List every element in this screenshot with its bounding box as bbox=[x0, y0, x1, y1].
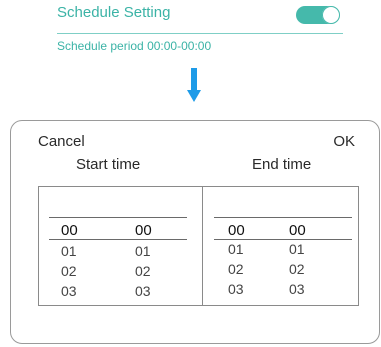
wheel-item[interactable]: 01 bbox=[228, 241, 262, 257]
start-hour-wheel[interactable]: 00 01 02 03 bbox=[61, 187, 101, 305]
end-time-label: End time bbox=[252, 156, 312, 173]
end-minute-wheel[interactable]: 00 01 02 03 bbox=[289, 187, 329, 305]
wheel-item[interactable]: 00 bbox=[61, 222, 95, 239]
end-hour-wheel[interactable]: 00 01 02 03 bbox=[228, 187, 268, 305]
wheel-item[interactable]: 00 bbox=[228, 222, 262, 239]
wheel-item[interactable]: 02 bbox=[61, 263, 95, 279]
toggle-knob bbox=[322, 6, 340, 24]
time-picker-dialog: Cancel OK Start time End time 00 01 02 0… bbox=[10, 120, 380, 344]
wheel-item[interactable]: 02 bbox=[135, 263, 169, 279]
wheel-item[interactable]: 03 bbox=[289, 281, 323, 297]
time-wheels: 00 01 02 03 00 01 02 03 00 01 02 03 00 0… bbox=[38, 186, 359, 306]
ok-button[interactable]: OK bbox=[333, 133, 355, 150]
schedule-setting-title: Schedule Setting bbox=[57, 4, 171, 21]
wheel-item[interactable]: 03 bbox=[228, 281, 262, 297]
schedule-toggle[interactable] bbox=[296, 6, 340, 24]
schedule-period-text: Schedule period 00:00-00:00 bbox=[57, 39, 212, 53]
wheel-item[interactable]: 02 bbox=[228, 261, 262, 277]
divider bbox=[57, 33, 343, 34]
wheel-item[interactable]: 03 bbox=[61, 283, 95, 299]
wheel-item[interactable]: 01 bbox=[135, 243, 169, 259]
wheel-item[interactable]: 02 bbox=[289, 261, 323, 277]
wheel-item[interactable]: 01 bbox=[61, 243, 95, 259]
wheel-divider bbox=[202, 187, 203, 305]
wheel-item[interactable]: 00 bbox=[289, 222, 323, 239]
cancel-button[interactable]: Cancel bbox=[38, 133, 85, 150]
wheel-item[interactable]: 00 bbox=[135, 222, 169, 239]
wheel-item[interactable]: 01 bbox=[289, 241, 323, 257]
start-time-label: Start time bbox=[76, 156, 141, 173]
wheel-item[interactable]: 03 bbox=[135, 283, 169, 299]
arrow-down-icon bbox=[187, 68, 201, 102]
start-minute-wheel[interactable]: 00 01 02 03 bbox=[135, 187, 175, 305]
